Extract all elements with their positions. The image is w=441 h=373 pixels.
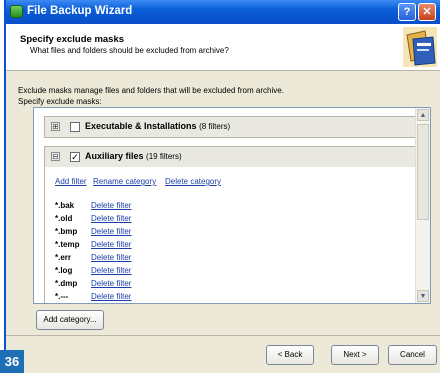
page-subtitle: What files and folders should be exclude… — [30, 46, 229, 55]
window-title: File Backup Wizard — [27, 5, 133, 17]
description: Exclude masks manage files and folders t… — [18, 85, 284, 107]
help-button[interactable]: ? — [398, 3, 416, 21]
wizard-window: File Backup Wizard ? ✕ Specify exclude m… — [4, 0, 440, 373]
category-name: Executable & Installations — [85, 121, 197, 131]
delete-filter-link[interactable]: Delete filter — [91, 201, 131, 210]
description-line: Specify exclude masks: — [18, 97, 102, 106]
app-icon — [10, 5, 23, 18]
page-title: Specify exclude masks — [20, 34, 125, 45]
collapse-icon[interactable]: ⊟ — [51, 152, 60, 161]
filter-mask: *.--- — [55, 292, 69, 301]
category-header[interactable]: ⊟ ✓ Auxiliary files (19 filters) — [45, 147, 415, 167]
close-button[interactable]: ✕ — [418, 3, 436, 21]
category-filter-count: (19 filters) — [146, 152, 182, 161]
scroll-down-icon[interactable]: ▼ — [417, 290, 429, 302]
exclude-mask-list: ⊞ Executable & Installations (8 filters)… — [33, 107, 431, 304]
delete-filter-link[interactable]: Delete filter — [91, 266, 131, 275]
scrollbar-thumb[interactable] — [417, 124, 429, 220]
delete-filter-link[interactable]: Delete filter — [91, 292, 131, 301]
filter-mask: *.old — [55, 214, 73, 223]
back-button[interactable]: < Back — [266, 345, 314, 365]
delete-filter-link[interactable]: Delete filter — [91, 227, 131, 236]
category-name: Auxiliary files — [85, 151, 144, 161]
next-button[interactable]: Next > — [331, 345, 379, 365]
description-line: Exclude masks manage files and folders t… — [18, 86, 284, 95]
vertical-scrollbar[interactable]: ▲ ▼ — [415, 108, 430, 303]
filter-mask: *.bmp — [55, 227, 78, 236]
filter-mask: *.bak — [55, 201, 75, 210]
category-auxiliary-files: ⊟ ✓ Auxiliary files (19 filters) Add fil… — [44, 146, 416, 303]
category-checkbox[interactable]: ✓ — [70, 152, 80, 162]
category-title: Auxiliary files (19 filters) — [85, 151, 182, 161]
category-checkbox[interactable] — [70, 122, 80, 132]
delete-filter-link[interactable]: Delete filter — [91, 214, 131, 223]
scroll-up-icon[interactable]: ▲ — [417, 109, 429, 121]
delete-filter-link[interactable]: Delete filter — [91, 279, 131, 288]
page-number-badge: 36 — [0, 350, 24, 373]
title-bar[interactable]: File Backup Wizard ? ✕ — [6, 0, 440, 24]
rename-category-link[interactable]: Rename category — [93, 177, 156, 186]
wizard-illustration-icon — [403, 27, 437, 67]
delete-category-link[interactable]: Delete category — [165, 177, 221, 186]
delete-filter-link[interactable]: Delete filter — [91, 240, 131, 249]
add-category-button[interactable]: Add category... — [36, 310, 104, 330]
cancel-button[interactable]: Cancel — [388, 345, 437, 365]
filter-mask: *.log — [55, 266, 73, 275]
category-executable-installations: ⊞ Executable & Installations (8 filters) — [44, 116, 416, 138]
filter-mask: *.dmp — [55, 279, 78, 288]
expand-icon[interactable]: ⊞ — [51, 122, 60, 131]
footer-divider — [6, 335, 440, 336]
delete-filter-link[interactable]: Delete filter — [91, 253, 131, 262]
category-title: Executable & Installations (8 filters) — [85, 121, 230, 131]
category-header[interactable]: ⊞ Executable & Installations (8 filters) — [45, 117, 415, 137]
wizard-header: Specify exclude masks What files and fol… — [6, 24, 440, 71]
filter-mask: *.err — [55, 253, 72, 262]
add-filter-link[interactable]: Add filter — [55, 177, 87, 186]
filter-mask: *.temp — [55, 240, 80, 249]
category-filter-count: (8 filters) — [199, 122, 231, 131]
